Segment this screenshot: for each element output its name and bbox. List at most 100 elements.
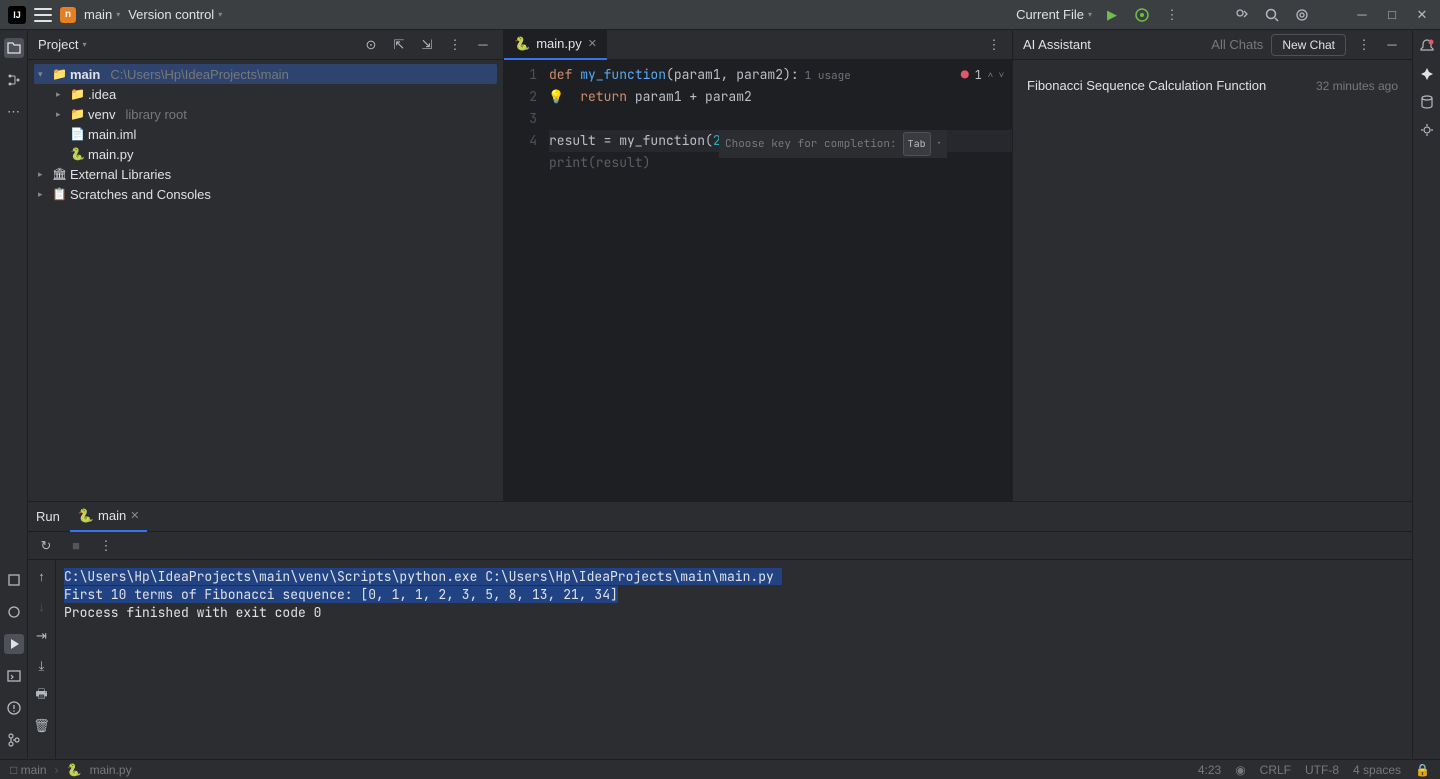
error-icon: ●: [961, 64, 969, 86]
hide-panel-button[interactable]: ─: [473, 35, 493, 55]
new-chat-button[interactable]: New Chat: [1271, 34, 1346, 56]
ai-assistant-button[interactable]: [1419, 66, 1435, 82]
close-tab-button[interactable]: ✕: [588, 37, 597, 50]
all-chats-button[interactable]: All Chats: [1211, 37, 1263, 52]
run-options-button[interactable]: ⋮: [96, 536, 116, 556]
window-restore-button[interactable]: □: [1382, 5, 1402, 25]
ai-options-button[interactable]: ⋮: [1354, 35, 1374, 55]
tab-options-button[interactable]: ⋮: [984, 35, 1004, 55]
prev-error-button[interactable]: ˄: [988, 64, 993, 86]
services-tool-button[interactable]: [4, 602, 24, 622]
code-text: result = my_function(: [549, 132, 713, 149]
chevron-down-icon: ▾: [1088, 10, 1092, 19]
editor-tab[interactable]: 🐍 main.py ✕: [504, 30, 607, 60]
window-minimize-button[interactable]: ─: [1352, 5, 1372, 25]
vcs-tool-button[interactable]: [4, 730, 24, 750]
project-view-dropdown[interactable]: Project ▾: [38, 37, 86, 52]
root-name: main: [70, 67, 100, 82]
more-tools-button[interactable]: ⋯: [4, 102, 24, 122]
settings-button[interactable]: [1292, 5, 1312, 25]
chat-history-item[interactable]: Fibonacci Sequence Calculation Function …: [1023, 70, 1402, 101]
encoding[interactable]: UTF-8: [1305, 763, 1339, 777]
line-number: 4: [504, 130, 537, 152]
more-actions-button[interactable]: ⋮: [1162, 5, 1182, 25]
hint-chevron-icon[interactable]: ▾: [937, 133, 942, 155]
expand-arrow-icon[interactable]: ▾: [38, 69, 48, 80]
console-output[interactable]: C:\Users\Hp\IdeaProjects\main\venv\Scrip…: [56, 560, 1412, 759]
notifications-button[interactable]: [1419, 38, 1435, 54]
line-number: 3: [504, 108, 537, 130]
stop-button[interactable]: ■: [66, 536, 86, 556]
console-text: First 10 terms of Fibonacci sequence: [0…: [64, 586, 618, 603]
close-run-tab-button[interactable]: ✕: [130, 509, 139, 522]
readonly-toggle[interactable]: ◉: [1235, 763, 1245, 777]
scroll-to-end-button[interactable]: ⤓: [32, 656, 52, 676]
expand-arrow-icon[interactable]: ▸: [38, 169, 48, 180]
file-icon: 📄: [70, 127, 84, 141]
run-tool-button[interactable]: [4, 634, 24, 654]
readonly-lock-icon[interactable]: 🔒: [1415, 763, 1430, 777]
caret-position[interactable]: 4:23: [1198, 763, 1221, 777]
terminal-tool-button[interactable]: [4, 666, 24, 686]
rerun-button[interactable]: ↻: [36, 536, 56, 556]
scroll-down-button[interactable]: ↓: [32, 596, 52, 616]
run-config-tab[interactable]: 🐍 main ✕: [70, 502, 148, 532]
vcs-dropdown[interactable]: Version control ▾: [128, 7, 222, 22]
code-with-me-button[interactable]: [1232, 5, 1252, 25]
debug-button[interactable]: [1132, 5, 1152, 25]
panel-options-button[interactable]: ⋮: [445, 35, 465, 55]
tree-folder-idea[interactable]: ▸ 📁 .idea: [34, 84, 497, 104]
breadcrumb-file[interactable]: main.py: [90, 763, 132, 777]
run-config-label: Current File: [1016, 7, 1084, 22]
console-text: C:\Users\Hp\IdeaProjects\main\venv\Scrip…: [64, 568, 782, 585]
select-opened-file-button[interactable]: ⊙: [361, 35, 381, 55]
file-label: main.py: [88, 147, 134, 162]
code-expr: param1 + param2: [635, 88, 752, 105]
run-panel-label: Run: [36, 509, 60, 524]
panel-title: Project: [38, 37, 78, 52]
structure-tool-button[interactable]: [4, 70, 24, 90]
ai-chat-button[interactable]: [1419, 122, 1435, 138]
main-menu-button[interactable]: [34, 8, 52, 22]
project-name: main: [84, 7, 112, 22]
tree-external-libs[interactable]: ▸ 🏛 External Libraries: [34, 164, 497, 184]
tree-folder-venv[interactable]: ▸ 📁 venv library root: [34, 104, 497, 124]
expand-arrow-icon[interactable]: ▸: [38, 189, 48, 200]
search-button[interactable]: [1262, 5, 1282, 25]
branch-indicator[interactable]: □ main: [10, 763, 47, 777]
expand-all-button[interactable]: ⇱: [389, 35, 409, 55]
scroll-up-button[interactable]: ↑: [32, 566, 52, 586]
next-error-button[interactable]: ˅: [999, 64, 1004, 86]
code-params: (param1, param2):: [666, 66, 799, 83]
python-icon: 🐍: [78, 508, 94, 524]
project-tool-button[interactable]: [4, 38, 24, 58]
expand-arrow-icon[interactable]: ▸: [56, 109, 66, 120]
project-dropdown[interactable]: main ▾: [84, 7, 120, 22]
line-separator[interactable]: CRLF: [1260, 763, 1291, 777]
hide-ai-panel-button[interactable]: ─: [1382, 35, 1402, 55]
console-text: Process finished with exit code 0: [64, 604, 1404, 622]
tree-file-iml[interactable]: 📄 main.iml: [34, 124, 497, 144]
problems-tool-button[interactable]: [4, 698, 24, 718]
print-button[interactable]: 🖶: [32, 686, 52, 706]
ide-logo-icon: IJ: [8, 6, 26, 24]
run-config-dropdown[interactable]: Current File ▾: [1016, 7, 1092, 22]
expand-arrow-icon[interactable]: ▸: [56, 89, 66, 100]
tree-file-py[interactable]: 🐍 main.py: [34, 144, 497, 164]
intention-bulb-icon[interactable]: 💡: [548, 86, 564, 108]
collapse-all-button[interactable]: ⇲: [417, 35, 437, 55]
run-button[interactable]: ▶: [1102, 5, 1122, 25]
tree-scratches[interactable]: ▸ 📋 Scratches and Consoles: [34, 184, 497, 204]
bookmarks-tool-button[interactable]: [4, 570, 24, 590]
soft-wrap-button[interactable]: ⇥: [32, 626, 52, 646]
window-close-button[interactable]: ✕: [1412, 5, 1432, 25]
tree-root[interactable]: ▾ 📁 main C:\Users\Hp\IdeaProjects\main: [34, 64, 497, 84]
scratches-icon: 📋: [52, 187, 66, 201]
clear-button[interactable]: 🗑: [32, 716, 52, 736]
project-tree[interactable]: ▾ 📁 main C:\Users\Hp\IdeaProjects\main ▸…: [28, 60, 503, 208]
indent-settings[interactable]: 4 spaces: [1353, 763, 1401, 777]
inspection-widget[interactable]: ● 1 ˄ ˅: [961, 64, 1004, 86]
python-file-icon: 🐍: [70, 147, 84, 161]
run-side-toolbar: ↑ ↓ ⇥ ⤓ 🖶 🗑: [28, 560, 56, 759]
database-button[interactable]: [1419, 94, 1435, 110]
